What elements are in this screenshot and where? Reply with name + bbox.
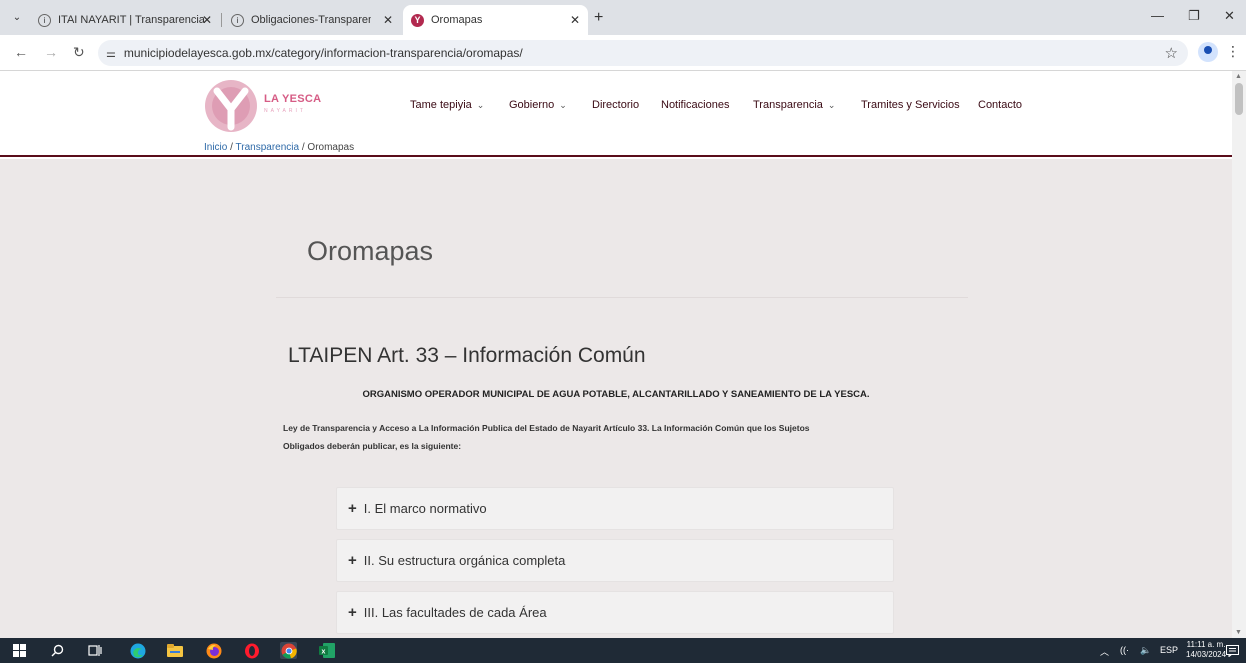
nav-label: Contacto — [978, 99, 1023, 111]
accordion-label: III. Las facultades de cada Área — [363, 605, 547, 620]
clock-date: 14/03/2024 — [1186, 650, 1227, 659]
window-close-icon[interactable]: ✕ — [1224, 8, 1235, 24]
browser-tab-oromapas[interactable]: Y Oromapas ✕ — [403, 5, 588, 35]
intro-line: Obligados deberán publicar, es la siguie… — [283, 441, 462, 451]
nav-transparencia[interactable]: Transparencia ⌄ — [753, 99, 835, 111]
accordion-label: II. Su estructura orgánica completa — [363, 553, 566, 568]
breadcrumb-transparencia-link[interactable]: Transparencia — [236, 142, 300, 153]
breadcrumb-home-link[interactable]: Inicio — [204, 142, 227, 153]
nav-label: Notificaciones — [661, 99, 730, 111]
site-header: LA YESCA NAYARIT Tame tepiyia ⌄ Gobierno ⌄… — [0, 71, 1232, 157]
page-content: Oromapas LTAIPEN Art. 33 – Información C… — [0, 159, 1232, 638]
more-menu-icon[interactable]: ⋮ — [1226, 43, 1240, 60]
language-indicator[interactable]: ESP — [1160, 645, 1178, 655]
nav-contacto[interactable]: Contacto — [978, 99, 1022, 111]
accordion-estructura-organica[interactable]: + II. Su estructura orgánica completa — [336, 539, 894, 582]
file-explorer-icon[interactable] — [166, 642, 183, 659]
back-arrow-icon[interactable]: ← — [14, 44, 28, 60]
la-yesca-icon: Y — [411, 13, 424, 27]
volume-icon[interactable]: 🔈 — [1140, 645, 1151, 656]
reload-icon[interactable]: ↻ — [73, 44, 85, 61]
nav-label: Transparencia — [753, 99, 823, 111]
organization-name: ORGANISMO OPERADOR MUNICIPAL DE AGUA POT… — [362, 389, 870, 400]
accordion-label: I. El marco normativo — [363, 501, 487, 516]
tab-title: Obligaciones-Transparencia | IT — [251, 14, 371, 26]
logo-text: LA YESCA — [264, 93, 322, 105]
restore-icon[interactable]: ❐ — [1188, 8, 1200, 24]
windows-taskbar: x ︿ ((· 🔈 ESP 11:11 a. m. 14/03/2024 — [0, 638, 1246, 663]
network-wifi-icon[interactable]: ((· — [1120, 645, 1129, 655]
opera-icon[interactable] — [243, 642, 260, 659]
nav-label: Gobierno — [509, 99, 555, 111]
tab-title: ITAI NAYARIT | Transparencia — [58, 14, 205, 26]
excel-icon[interactable]: x — [318, 642, 335, 659]
close-icon[interactable]: ✕ — [383, 13, 393, 27]
site-settings-icon[interactable]: ⚌ — [106, 47, 116, 60]
la-yesca-logo[interactable] — [204, 79, 258, 133]
forward-arrow-icon[interactable]: → — [44, 44, 58, 60]
clock-time: 11:11 a. m. — [1186, 640, 1226, 649]
page-scrollbar[interactable]: ▲ ▼ — [1232, 71, 1246, 638]
scroll-thumb[interactable] — [1235, 83, 1243, 115]
new-tab-icon[interactable]: + — [594, 9, 603, 27]
nav-label: Tramites y Servicios — [861, 99, 960, 111]
chevron-down-icon: ⌄ — [827, 100, 836, 110]
section-title: LTAIPEN Art. 33 – Información Común — [288, 344, 646, 367]
plus-icon: + — [348, 500, 357, 517]
browser-tab-itai[interactable]: i ITAI NAYARIT | Transparencia ✕ — [30, 5, 220, 35]
circle-i-icon: i — [231, 13, 244, 27]
browser-toolbar: ← → ↻ ⚌ municipiodelayesca.gob.mx/catego… — [0, 35, 1246, 71]
close-icon[interactable]: ✕ — [202, 13, 212, 27]
circle-i-icon: i — [38, 13, 51, 27]
windows-start-icon[interactable] — [11, 642, 28, 659]
search-icon[interactable] — [49, 642, 66, 659]
logo-subtitle: NAYARIT — [264, 108, 306, 114]
accordion-marco-normativo[interactable]: + I. El marco normativo — [336, 487, 894, 530]
tab-title: Oromapas — [431, 14, 483, 26]
plus-icon: + — [348, 604, 357, 621]
breadcrumb-current: Oromapas — [307, 142, 355, 153]
address-bar[interactable]: ⚌ municipiodelayesca.gob.mx/category/inf… — [98, 40, 1188, 66]
page-title: Oromapas — [307, 236, 434, 266]
tab-separator — [221, 13, 222, 27]
url-text[interactable]: municipiodelayesca.gob.mx/category/infor… — [124, 46, 523, 60]
intro-line: Ley de Transparencia y Acceso a La Infor… — [283, 423, 810, 433]
nav-label: Directorio — [592, 99, 640, 111]
breadcrumb-separator: / — [227, 142, 236, 153]
chevron-down-icon: ⌄ — [476, 100, 485, 110]
breadcrumb: Inicio / Transparencia / Oromapas — [204, 142, 354, 153]
profile-avatar-icon[interactable] — [1198, 42, 1218, 62]
minimize-icon[interactable]: — — [1151, 8, 1164, 23]
browser-tab-obligaciones[interactable]: i Obligaciones-Transparencia | IT ✕ — [223, 5, 401, 35]
task-view-icon[interactable] — [86, 642, 103, 659]
chevron-down-icon: ⌄ — [559, 100, 567, 110]
nav-directorio[interactable]: Directorio — [592, 99, 639, 111]
nav-gobierno[interactable]: Gobierno ⌄ — [509, 99, 567, 111]
scroll-up-arrow-icon[interactable]: ▲ — [1235, 73, 1242, 80]
svg-text:x: x — [321, 649, 325, 656]
system-clock[interactable]: 11:11 a. m. 14/03/2024 — [1186, 640, 1226, 660]
browser-tab-strip: ⌄ i ITAI NAYARIT | Transparencia ✕ i Obl… — [0, 0, 1246, 35]
edge-browser-icon[interactable] — [129, 642, 146, 659]
title-divider — [276, 297, 968, 298]
nav-label: Tame tepiyia — [410, 99, 472, 111]
nav-tame-tepiyia[interactable]: Tame tepiyia ⌄ — [410, 99, 484, 111]
chrome-icon[interactable] — [280, 642, 297, 659]
firefox-icon[interactable] — [205, 642, 222, 659]
intro-paragraph: Ley de Transparencia y Acceso a La Infor… — [283, 419, 983, 455]
scroll-down-arrow-icon[interactable]: ▼ — [1235, 629, 1242, 636]
bookmark-star-icon[interactable]: ☆ — [1165, 44, 1178, 62]
plus-icon: + — [348, 552, 357, 569]
nav-notificaciones[interactable]: Notificaciones — [661, 99, 729, 111]
close-icon[interactable]: ✕ — [570, 13, 580, 27]
notifications-icon[interactable] — [1224, 642, 1241, 659]
accordion-facultades-area[interactable]: + III. Las facultades de cada Área — [336, 591, 894, 634]
nav-tramites-servicios[interactable]: Tramites y Servicios — [861, 99, 960, 111]
tray-chevron-up-icon[interactable]: ︿ — [1100, 645, 1109, 658]
tab-search-chevron-icon[interactable]: ⌄ — [9, 10, 25, 26]
